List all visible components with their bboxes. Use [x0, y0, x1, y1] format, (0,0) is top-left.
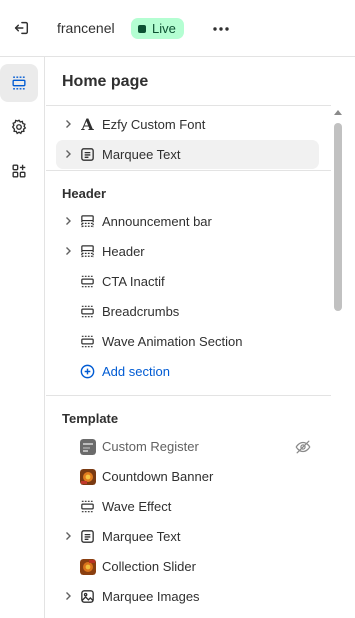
- store-name[interactable]: francenel: [57, 20, 115, 36]
- section-label: Collection Slider: [102, 559, 196, 574]
- section-label: Countdown Banner: [102, 469, 214, 484]
- page-title: Home page: [62, 73, 149, 90]
- section-row-collection-slider[interactable]: Collection Slider: [56, 552, 319, 581]
- more-actions-button[interactable]: [209, 17, 233, 41]
- header-section-icon: [81, 245, 94, 258]
- app-image-icon: [79, 558, 96, 575]
- section-row-cta-inactif[interactable]: CTA Inactif: [56, 267, 319, 296]
- section-row-ezfy-custom-font[interactable]: A Ezfy Custom Font: [56, 110, 319, 139]
- section-row-countdown-banner[interactable]: Countdown Banner: [56, 462, 319, 491]
- chevron-right-icon[interactable]: [62, 530, 74, 542]
- section-row-wave-animation-section[interactable]: Wave Animation Section: [56, 327, 319, 356]
- group-title-header: Header: [62, 186, 107, 201]
- section-row-marquee-images[interactable]: Marquee Images: [56, 582, 319, 611]
- add-section-button[interactable]: Add section: [56, 357, 319, 386]
- section-icon: [81, 305, 94, 318]
- section-row-marquee-text[interactable]: Marquee Text: [56, 140, 319, 169]
- sections-panel: Home page A Ezfy Custom Font Marquee Tex…: [46, 57, 355, 618]
- section-label: CTA Inactif: [102, 274, 165, 289]
- section-label: Header: [102, 244, 145, 259]
- chevron-right-icon[interactable]: [62, 245, 74, 257]
- section-row-breadcrumbs[interactable]: Breadcrumbs: [56, 297, 319, 326]
- section-row-marquee-text-template[interactable]: Marquee Text: [56, 522, 319, 551]
- app-image-icon: [79, 438, 96, 455]
- section-label: Wave Effect: [102, 499, 172, 514]
- section-label: Announcement bar: [102, 214, 212, 229]
- font-icon: A: [81, 115, 94, 134]
- panel-scrollbar[interactable]: [331, 106, 344, 618]
- more-horizontal-icon: [213, 27, 229, 31]
- section-icon: [81, 500, 94, 513]
- section-label: Marquee Text: [102, 147, 181, 162]
- rail-sections-button[interactable]: [0, 64, 38, 102]
- group-title-template: Template: [62, 411, 119, 426]
- eye-hidden-icon[interactable]: [294, 438, 312, 456]
- rail-apps-button[interactable]: [0, 152, 38, 190]
- image-icon: [81, 590, 94, 603]
- divider: [46, 170, 331, 171]
- section-label: Marquee Text: [102, 529, 181, 544]
- status-badge-label: Live: [152, 21, 176, 36]
- exit-icon: [14, 21, 29, 35]
- app-image-icon: [79, 468, 96, 485]
- apps-icon: [12, 164, 26, 178]
- section-label: Ezfy Custom Font: [102, 117, 206, 132]
- chevron-right-icon[interactable]: [62, 148, 74, 160]
- section-row-announcement-bar[interactable]: Announcement bar: [56, 207, 319, 236]
- divider: [46, 395, 331, 396]
- section-label: Marquee Images: [102, 589, 200, 604]
- rail-settings-button[interactable]: [0, 108, 38, 146]
- top-bar: francenel Live: [0, 0, 355, 57]
- scroll-up-arrow-icon[interactable]: [334, 110, 342, 115]
- chevron-right-icon[interactable]: [62, 215, 74, 227]
- exit-button[interactable]: [9, 16, 33, 40]
- left-rail: [0, 57, 45, 618]
- plus-circle-icon: [80, 364, 95, 379]
- settings-gear-icon: [11, 119, 27, 135]
- chevron-right-icon[interactable]: [62, 590, 74, 602]
- section-row-wave-effect[interactable]: Wave Effect: [56, 492, 319, 521]
- divider: [46, 105, 331, 106]
- header-section-icon: [81, 215, 94, 228]
- sections-icon: [12, 76, 26, 90]
- text-block-icon: [81, 148, 94, 161]
- text-block-icon: [81, 530, 94, 543]
- scrollbar-thumb[interactable]: [334, 123, 342, 311]
- status-badge: Live: [131, 18, 184, 39]
- section-icon: [81, 335, 94, 348]
- section-label: Breadcrumbs: [102, 304, 180, 319]
- section-row-header[interactable]: Header: [56, 237, 319, 266]
- section-icon: [81, 275, 94, 288]
- chevron-right-icon[interactable]: [62, 118, 74, 130]
- section-row-custom-register[interactable]: Custom Register: [56, 432, 319, 461]
- live-dot-icon: [138, 24, 146, 33]
- section-label: Wave Animation Section: [102, 334, 243, 349]
- add-section-label: Add section: [102, 364, 170, 379]
- section-label: Custom Register: [102, 439, 199, 454]
